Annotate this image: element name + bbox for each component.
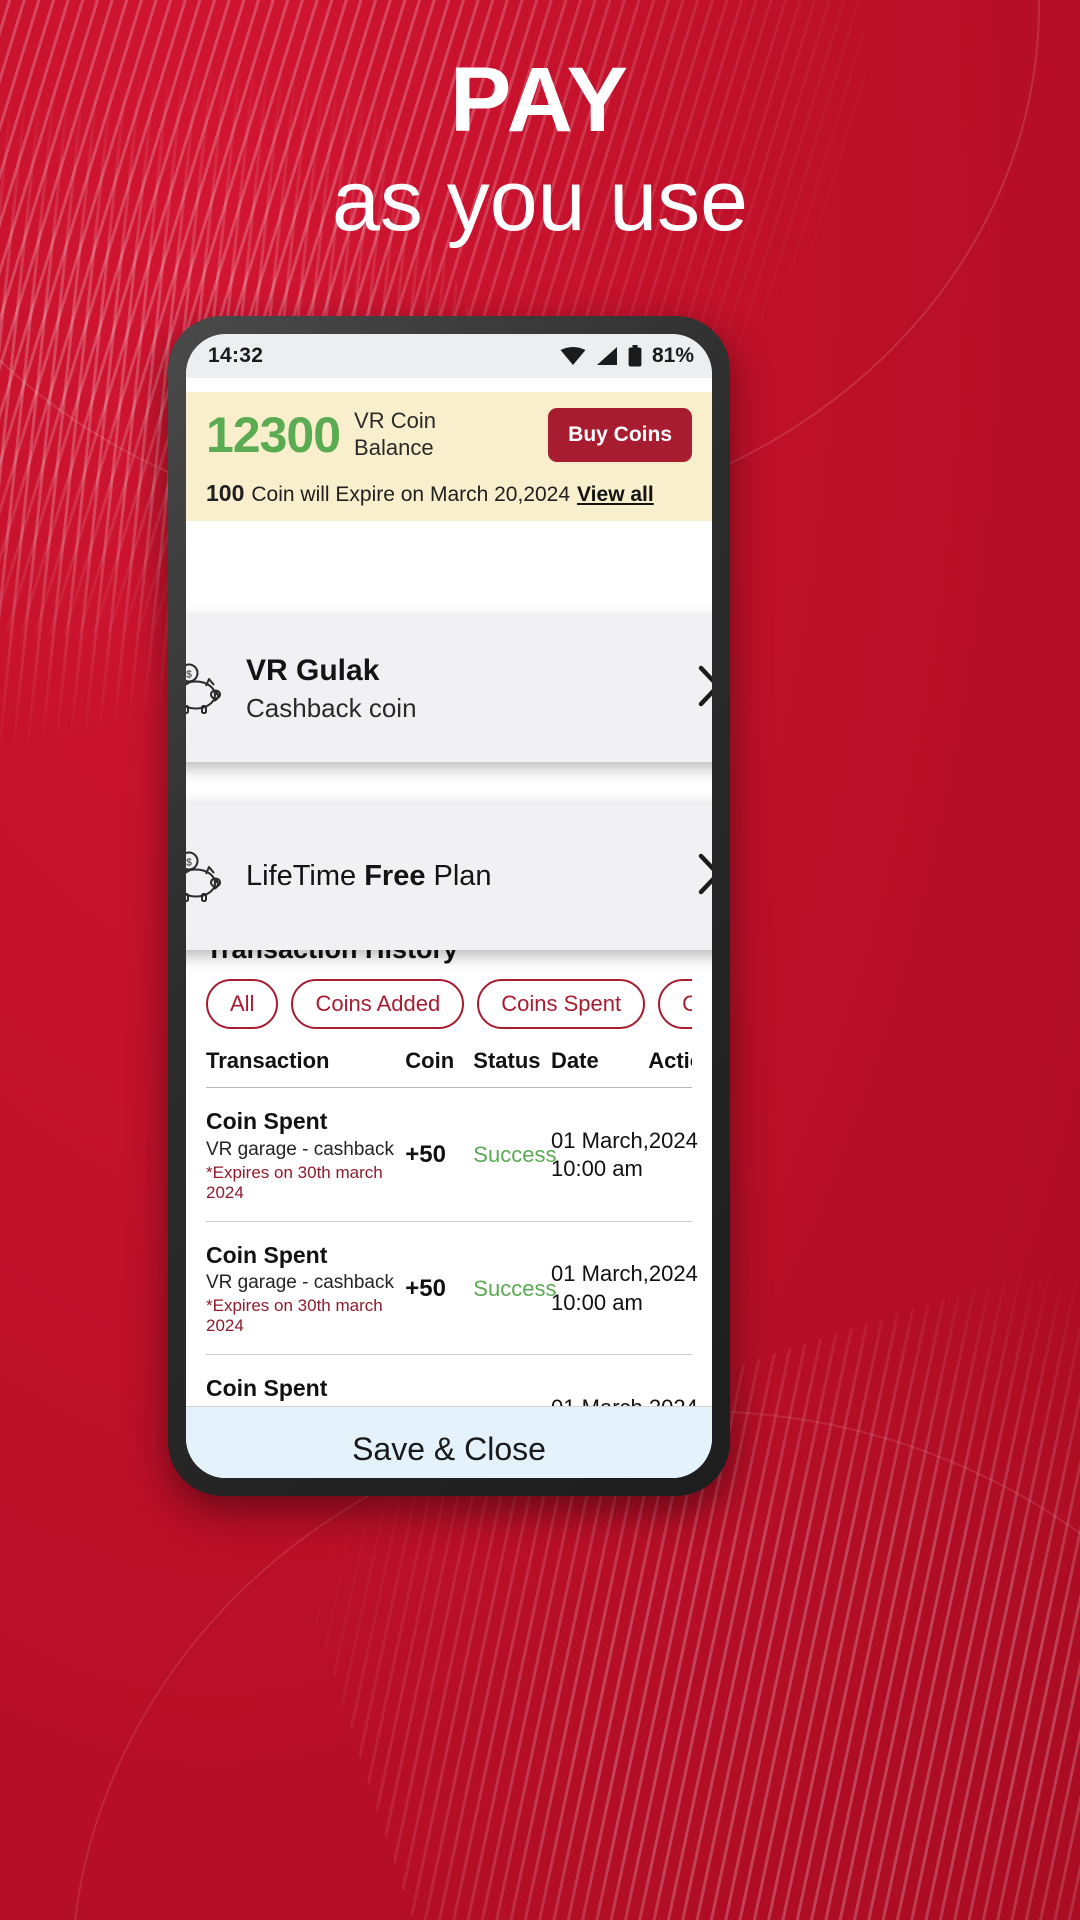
wifi-icon xyxy=(560,346,586,366)
filter-chip-all[interactable]: All xyxy=(206,979,279,1029)
cell-transaction: Coin Spent VR garage - cashback *Expires… xyxy=(206,1087,406,1222)
save-and-close-button[interactable]: Save & Close xyxy=(352,1431,546,1468)
status-bar: 14:32 81% xyxy=(186,334,712,378)
transaction-description: VR garage - cashback xyxy=(206,1272,394,1294)
view-all-link[interactable]: View all xyxy=(577,483,654,507)
chevron-right-icon[interactable] xyxy=(694,851,712,902)
piggy-bank-icon: $ xyxy=(186,662,232,714)
table-row[interactable]: Coin Spent VR garage - cashback *Expires… xyxy=(206,1221,698,1356)
column-header-date: Date xyxy=(551,1048,599,1073)
coin-balance-amount: 12300 xyxy=(206,407,341,463)
transaction-expiry-note: *Expires on 30th march 2024 xyxy=(206,1162,383,1202)
card-vr-gulak-text: VR Gulak Cashback coin xyxy=(246,652,694,725)
plan-prefix: LifeTime xyxy=(246,859,365,892)
promo-headline: PAY as you use xyxy=(0,54,1080,251)
table-header-row: Transaction Coin Status Date Action (Inv… xyxy=(206,1045,692,1088)
card-lifetime-free-plan[interactable]: $ LifeTime Free Plan xyxy=(186,802,712,950)
cell-date: 01 March,2024 10:00 am xyxy=(551,1221,698,1356)
battery-icon xyxy=(628,345,642,367)
plan-suffix: Plan xyxy=(425,859,492,892)
cell-action[interactable] xyxy=(648,1221,692,1356)
signal-icon xyxy=(595,346,619,366)
svg-text:$: $ xyxy=(186,858,192,869)
cell-coin: +50 xyxy=(405,1221,474,1356)
buy-coins-button[interactable]: Buy Coins xyxy=(548,408,692,462)
status-bar-clock: 14:32 xyxy=(208,344,264,367)
filter-chip-coins-spent[interactable]: Coins Spent xyxy=(477,979,646,1029)
card-vr-gulak-title: VR Gulak xyxy=(246,653,380,687)
column-header-status: Status xyxy=(473,1048,541,1073)
filter-chip-coins-refunded[interactable]: Coins Refunded xyxy=(658,979,692,1029)
coin-balance-panel: 12300 VR Coin Balance Buy Coins 100 Coin… xyxy=(186,392,712,521)
filter-chip-coins-added[interactable]: Coins Added xyxy=(291,979,465,1029)
app-content: 12300 VR Coin Balance Buy Coins 100 Coin… xyxy=(186,392,712,1478)
transaction-date: 01 March,2024 xyxy=(551,1127,698,1153)
transaction-time: 10:00 am xyxy=(551,1156,643,1182)
card-vr-gulak[interactable]: $ VR Gulak Cashback coin xyxy=(186,614,712,762)
transaction-table-head: Transaction Coin Status Date Action (Inv… xyxy=(206,1045,692,1088)
svg-text:$: $ xyxy=(186,670,192,681)
table-row[interactable]: Coin Spent VR garage - cashback *Expires… xyxy=(206,1087,698,1222)
cell-action[interactable] xyxy=(648,1087,692,1222)
coin-balance-label: VR Coin Balance xyxy=(354,408,548,462)
transaction-filter-row: All Coins Added Coins Spent Coins Refund… xyxy=(206,979,692,1029)
status-bar-icons: 81% xyxy=(560,344,694,368)
column-header-coin: Coin xyxy=(405,1048,455,1073)
cell-status: Success xyxy=(473,1087,556,1222)
balance-row: 12300 VR Coin Balance Buy Coins xyxy=(206,408,692,462)
plan-title: LifeTime Free Plan xyxy=(246,860,492,892)
column-header-transaction: Transaction xyxy=(206,1048,330,1073)
phone-screen: 14:32 81% 12300 VR Coin Balance Buy Coin… xyxy=(186,334,712,1478)
headline-line-1: PAY xyxy=(450,49,630,151)
balance-label-line-1: VR Coin xyxy=(354,408,436,434)
card-vr-gulak-subtitle: Cashback coin xyxy=(246,693,417,724)
coin-expiry-notice: 100 Coin will Expire on March 20,2024 Vi… xyxy=(206,480,692,507)
cell-status: Success xyxy=(473,1221,556,1356)
column-header-action: Action (Invoi… xyxy=(648,1048,692,1073)
expiry-message: Coin will Expire on March 20,2024 xyxy=(251,483,571,506)
transaction-expiry-note: *Expires on 30th march 2024 xyxy=(206,1296,383,1336)
transaction-name: Coin Spent xyxy=(206,1108,328,1135)
footer-bar: Save & Close xyxy=(186,1406,712,1478)
transaction-description: VR garage - cashback xyxy=(206,1138,394,1160)
cell-date: 01 March,2024 10:00 am xyxy=(551,1087,698,1222)
cell-transaction: Coin Spent VR garage - cashback *Expires… xyxy=(206,1221,406,1356)
battery-percent-label: 81% xyxy=(651,344,694,367)
transaction-date: 01 March,2024 xyxy=(551,1261,698,1287)
phone-mockup: 14:32 81% 12300 VR Coin Balance Buy Coin… xyxy=(168,316,730,1496)
balance-label-line-2: Balance xyxy=(354,435,434,460)
headline-line-2: as you use xyxy=(332,153,748,249)
cell-coin: +50 xyxy=(405,1087,474,1222)
plan-highlight: Free xyxy=(364,859,426,892)
chevron-right-icon[interactable] xyxy=(694,663,712,714)
card-lifetime-free-plan-text: LifeTime Free Plan xyxy=(246,860,694,893)
transaction-name: Coin Spent xyxy=(206,1375,328,1402)
transaction-history-section: Transaction History All Coins Added Coin… xyxy=(186,934,712,1478)
transaction-name: Coin Spent xyxy=(206,1241,328,1268)
expiry-coin-count: 100 xyxy=(206,480,245,506)
transaction-time: 10:00 am xyxy=(551,1290,643,1316)
piggy-bank-icon: $ xyxy=(186,850,232,902)
